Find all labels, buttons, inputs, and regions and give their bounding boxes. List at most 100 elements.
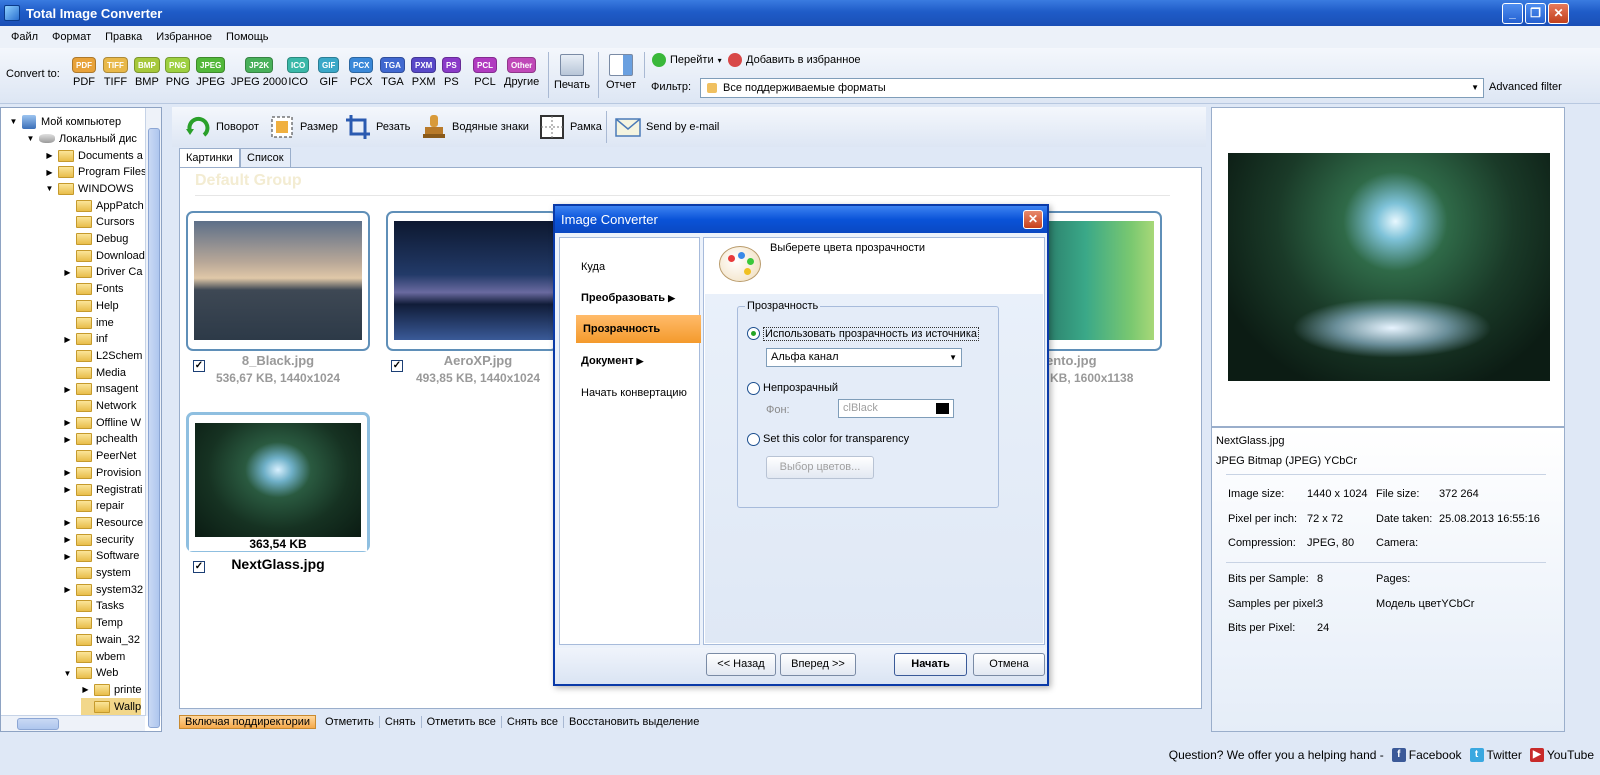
tree-node-folder[interactable]: ▼ Web xyxy=(63,665,118,682)
tree-node-folder[interactable]: ▶ msagent xyxy=(63,381,138,398)
dialog-close-button[interactable]: ✕ xyxy=(1023,210,1043,229)
advanced-filter-link[interactable]: Advanced filter xyxy=(1489,81,1562,93)
radio-custom-color[interactable] xyxy=(747,433,760,446)
format-button-tiff[interactable]: TIFF TIFF xyxy=(103,57,128,88)
format-button-other[interactable]: Other Другие xyxy=(504,57,539,88)
back-button[interactable]: << Назад xyxy=(706,653,776,676)
tree-node-folder[interactable]: PeerNet xyxy=(63,448,136,465)
tab-list[interactable]: Список xyxy=(240,148,291,167)
tree-node-folder[interactable]: ▶ pchealth xyxy=(63,431,138,448)
step-transform[interactable]: Преобразовать ▶ xyxy=(560,284,699,312)
format-button-pdf[interactable]: PDF PDF xyxy=(72,57,96,88)
add-favorite-button[interactable]: Добавить в избранное xyxy=(728,53,861,67)
expand-icon[interactable]: ▶ xyxy=(63,535,72,544)
radio-opaque[interactable] xyxy=(747,382,760,395)
tree-node-folder[interactable]: Download xyxy=(63,247,145,264)
tree-node-folder[interactable]: ▶ Resource xyxy=(63,514,143,531)
format-button-ico[interactable]: ICO ICO xyxy=(287,57,310,88)
tree-node-folder[interactable]: Cursors xyxy=(63,214,135,231)
minimize-button[interactable]: _ xyxy=(1502,3,1523,24)
format-button-jpeg[interactable]: JPEG JPEG xyxy=(196,57,226,88)
report-button[interactable]: Отчет xyxy=(606,54,636,91)
crop-button[interactable]: Резать xyxy=(344,113,410,141)
tree-node-folder[interactable]: Media xyxy=(63,364,126,381)
tree-node-folder[interactable]: Debug xyxy=(63,231,128,248)
tree-node-folder[interactable]: repair xyxy=(63,498,124,515)
tree-node-folder[interactable]: L2Schem xyxy=(63,347,142,364)
tree-horizontal-scrollbar[interactable] xyxy=(1,715,145,731)
include-subdirs-toggle[interactable]: Включая поддиректории xyxy=(179,715,316,729)
tree-node-folder[interactable]: ime xyxy=(63,314,114,331)
radio-use-source[interactable] xyxy=(747,327,760,340)
print-button[interactable]: Печать xyxy=(554,54,590,91)
tree-node-folder[interactable]: Tasks xyxy=(63,598,124,615)
menu-edit[interactable]: Правка xyxy=(98,31,149,43)
format-button-pcl[interactable]: PCL PCL xyxy=(473,57,497,88)
alpha-channel-select[interactable]: Альфа канал ▼ xyxy=(766,348,962,367)
expand-icon[interactable]: ▶ xyxy=(45,151,54,160)
start-button[interactable]: Начать xyxy=(894,653,967,676)
expand-icon[interactable]: ▶ xyxy=(63,518,72,527)
expand-icon[interactable]: ▶ xyxy=(63,585,72,594)
send-email-button[interactable]: Send by e-mail xyxy=(614,113,719,141)
thumbnail-vento[interactable] xyxy=(1040,211,1162,351)
tree-node-folder[interactable]: system xyxy=(63,565,131,582)
frame-button[interactable]: Рамка xyxy=(538,113,602,141)
format-button-pcx[interactable]: PCX PCX xyxy=(349,57,374,88)
expand-icon[interactable]: ▼ xyxy=(45,184,54,193)
thumbnail-8-black[interactable] xyxy=(186,211,370,351)
step-destination[interactable]: Куда xyxy=(560,253,699,281)
close-button[interactable]: ✕ xyxy=(1548,3,1569,24)
restore-selection-button[interactable]: Восстановить выделение xyxy=(564,716,704,728)
tree-node-folder[interactable]: AppPatch xyxy=(63,197,144,214)
step-transparency[interactable]: Прозрачность xyxy=(576,315,701,343)
thumbnail-aeroxp[interactable] xyxy=(386,211,558,351)
tree-node-folder[interactable]: ▶ system32 xyxy=(63,581,143,598)
step-start-conversion[interactable]: Начать конвертацию xyxy=(560,379,699,407)
menu-help[interactable]: Помощь xyxy=(219,31,276,43)
twitter-link[interactable]: t Twitter xyxy=(1469,748,1522,762)
tree-node-folder[interactable]: ▶ Offline W xyxy=(63,414,141,431)
tree-vertical-scrollbar[interactable] xyxy=(145,108,161,728)
radio-use-source-label[interactable]: Использовать прозрачность из источника xyxy=(763,327,980,341)
tree-node-folder[interactable]: ▶ Registrati xyxy=(63,481,142,498)
youtube-link[interactable]: ▶ YouTube xyxy=(1529,748,1594,762)
tree-node-folder[interactable]: Temp xyxy=(63,615,123,632)
filter-select[interactable]: Все поддерживаемые форматы ▼ xyxy=(700,78,1484,98)
tree-node-folder[interactable]: ▶ Documents a xyxy=(45,147,143,164)
tree-node-folder[interactable]: Network xyxy=(63,398,136,415)
tree-node-folder[interactable]: Wallp xyxy=(81,698,142,716)
radio-custom-color-label[interactable]: Set this color for transparency xyxy=(763,433,909,445)
expand-icon[interactable]: ▶ xyxy=(63,552,72,561)
tree-node-folder[interactable]: ▼ WINDOWS xyxy=(45,180,134,197)
expand-icon[interactable]: ▼ xyxy=(63,669,72,678)
expand-icon[interactable]: ▶ xyxy=(45,168,54,177)
background-color-select[interactable]: clBlack xyxy=(838,399,954,418)
maximize-button[interactable]: ❐ xyxy=(1525,3,1546,24)
expand-icon[interactable]: ▶ xyxy=(63,468,72,477)
format-button-gif[interactable]: GIF GIF xyxy=(318,57,340,88)
step-document[interactable]: Документ ▶ xyxy=(560,347,699,375)
tree-node-folder[interactable]: ▶ inf xyxy=(63,331,108,348)
folder-tree[interactable]: ▼ Мой компьютер ▼ Локальный дис ▶ Documen… xyxy=(0,107,162,732)
tree-node-folder[interactable]: wbem xyxy=(63,648,125,665)
tree-node-folder[interactable]: Help xyxy=(63,297,119,314)
expand-icon[interactable]: ▶ xyxy=(63,335,72,344)
expand-icon[interactable]: ▶ xyxy=(81,685,90,694)
format-button-png[interactable]: PNG PNG xyxy=(165,57,191,88)
resize-button[interactable]: Размер xyxy=(268,113,338,141)
unmark-all-button[interactable]: Снять все xyxy=(502,716,565,728)
tree-node-folder[interactable]: ▶ Program Files xyxy=(45,164,146,181)
mark-all-button[interactable]: Отметить все xyxy=(422,716,502,728)
format-button-ps[interactable]: PS PS xyxy=(442,57,461,88)
watermark-button[interactable]: Водяные знаки xyxy=(420,113,529,141)
tree-node-folder[interactable]: ▶ Software xyxy=(63,548,139,565)
cancel-button[interactable]: Отмена xyxy=(973,653,1045,676)
tab-pictures[interactable]: Картинки xyxy=(179,148,240,167)
tree-node-folder[interactable]: ▶ security xyxy=(63,531,134,548)
unmark-button[interactable]: Снять xyxy=(380,716,422,728)
format-button-jp2k[interactable]: JP2K JPEG 2000 xyxy=(231,57,287,88)
mark-button[interactable]: Отметить xyxy=(320,716,380,728)
goto-button[interactable]: Перейти ▾ xyxy=(652,53,722,67)
pick-colors-button[interactable]: Выбор цветов... xyxy=(766,456,874,479)
